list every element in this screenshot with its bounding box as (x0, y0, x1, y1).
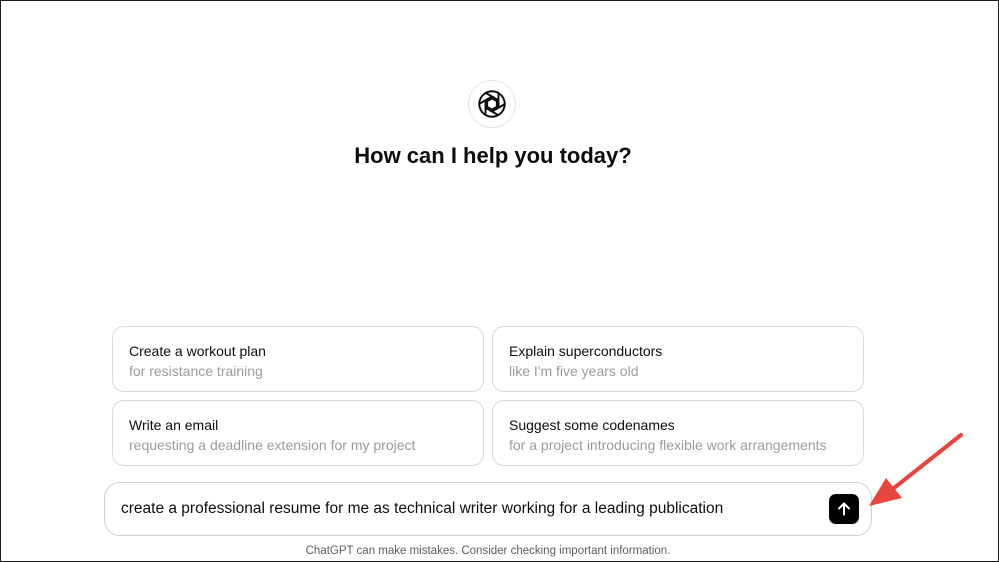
arrow-up-icon (838, 502, 850, 516)
annotation-arrow (869, 433, 963, 506)
suggestion-subtitle: like I'm five years old (509, 363, 639, 379)
suggestion-title: Explain superconductors (509, 343, 663, 359)
suggestion-card-superconductors[interactable]: Explain superconductors like I'm five ye… (492, 326, 864, 392)
openai-logo-icon (468, 80, 516, 128)
disclaimer-text: ChatGPT can make mistakes. Consider chec… (305, 545, 671, 557)
message-composer (104, 482, 872, 536)
suggestion-title: Write an email (129, 417, 219, 433)
suggestion-title: Suggest some codenames (509, 417, 675, 433)
suggestion-card-codenames[interactable]: Suggest some codenames for a project int… (492, 400, 864, 466)
suggestion-subtitle: for resistance training (129, 363, 263, 379)
suggestion-card-email[interactable]: Write an email requesting a deadline ext… (112, 400, 484, 466)
suggestion-card-workout[interactable]: Create a workout plan for resistance tra… (112, 326, 484, 392)
send-button[interactable] (829, 494, 859, 524)
message-input[interactable] (121, 496, 811, 522)
page-title: How can I help you today? (354, 143, 632, 168)
suggestion-title: Create a workout plan (129, 343, 266, 359)
suggestion-subtitle: for a project introducing flexible work … (509, 437, 827, 453)
suggestion-subtitle: requesting a deadline extension for my p… (129, 437, 416, 453)
